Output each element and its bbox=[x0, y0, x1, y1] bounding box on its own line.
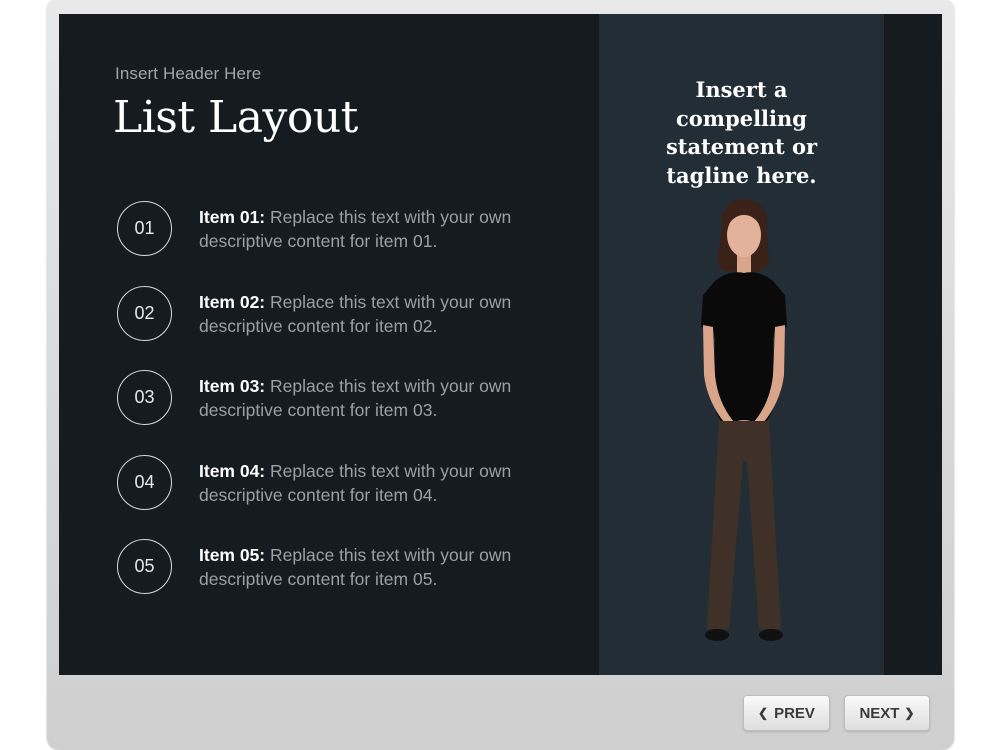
next-button[interactable]: NEXT ❯ bbox=[844, 695, 930, 731]
list-item: 04 Item 04: Replace this text with your … bbox=[117, 454, 557, 540]
item-label: Item 02: bbox=[199, 291, 266, 312]
side-panel: Insert a compelling statement or tagline… bbox=[599, 14, 884, 675]
tagline-line: compelling bbox=[676, 105, 807, 131]
item-description: Item 02: Replace this text with your own… bbox=[199, 290, 529, 338]
item-label: Item 05: bbox=[199, 545, 266, 565]
item-description: Item 03: Replace this text with your own… bbox=[199, 374, 529, 422]
tagline-line: tagline here. bbox=[666, 162, 817, 188]
item-description: Item 05: Replace this text with your own… bbox=[199, 543, 529, 591]
item-number-circle: 03 bbox=[117, 370, 172, 425]
item-description: Item 01: Replace this text with your own… bbox=[199, 205, 529, 253]
list-item: 05 Item 05: Replace this text with your … bbox=[117, 539, 557, 624]
item-label: Item 01: bbox=[199, 207, 266, 227]
slide-title: List Layout bbox=[113, 92, 358, 143]
chevron-right-icon: ❯ bbox=[904, 706, 915, 720]
next-button-label: NEXT bbox=[859, 704, 900, 722]
prev-button[interactable]: ❮ PREV bbox=[743, 695, 830, 731]
item-list: 01 Item 01: Replace this text with your … bbox=[117, 201, 557, 624]
slide: Insert Header Here List Layout 01 Item 0… bbox=[59, 14, 942, 675]
chevron-left-icon: ❮ bbox=[758, 706, 769, 720]
tagline-line: statement or bbox=[665, 134, 818, 159]
list-item: 03 Item 03: Replace this text with your … bbox=[117, 370, 557, 455]
tagline: Insert a compelling statement or tagline… bbox=[599, 76, 884, 190]
item-label: Item 04: bbox=[199, 460, 266, 481]
item-number-circle: 01 bbox=[117, 201, 172, 256]
item-number-circle: 04 bbox=[117, 454, 172, 510]
list-item: 02 Item 02: Replace this text with your … bbox=[117, 285, 557, 371]
item-number-circle: 02 bbox=[117, 285, 172, 341]
slide-header: Insert Header Here bbox=[115, 64, 262, 83]
item-number-circle: 05 bbox=[117, 539, 172, 594]
prev-button-label: PREV bbox=[774, 704, 815, 722]
list-item: 01 Item 01: Replace this text with your … bbox=[117, 201, 557, 286]
course-player: Insert Header Here List Layout 01 Item 0… bbox=[47, 0, 954, 750]
tagline-line: Insert a bbox=[695, 77, 788, 102]
presenter-image bbox=[701, 199, 787, 641]
item-description: Item 04: Replace this text with your own… bbox=[199, 459, 529, 507]
item-label: Item 03: bbox=[199, 376, 266, 396]
